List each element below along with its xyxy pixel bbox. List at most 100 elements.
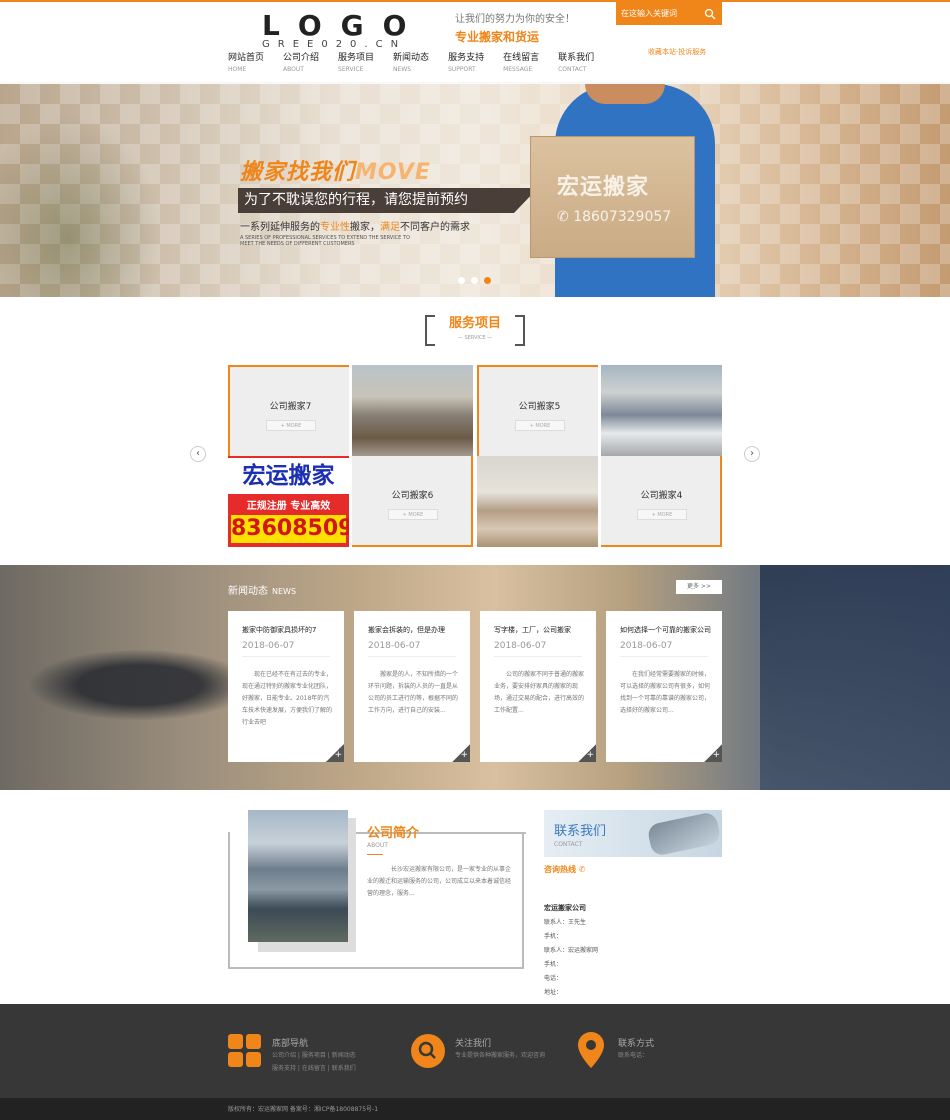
logo[interactable]: LOGO GREE020.CN [262,12,412,54]
news-title-en: NEWS [272,587,297,596]
service-card[interactable]: 公司搬家6 + MORE [352,456,473,547]
service-en-text: SERVICE [464,335,486,341]
hotline-text: 咨询热线 [544,865,576,874]
news-title: 新闻动态 NEWS [228,582,296,597]
search-button[interactable] [698,2,722,25]
logo-subtext: GREE020.CN [262,39,407,50]
news-card-title[interactable]: 搬家会拆装的，但是办理 [368,625,460,635]
hero-banner[interactable]: 搬家找我们MOVE 为了不耽误您的行程，请您提前预约 一系列延伸服务的专业性搬家… [0,84,950,297]
contact-title-en: CONTACT [554,841,583,848]
nav-item-home[interactable]: 网站首页 HOME [228,52,264,76]
service-photo[interactable] [477,456,598,547]
nav-item-about[interactable]: 公司介绍 ABOUT [283,52,319,76]
footer-link[interactable]: 服务支持 [272,1065,296,1072]
service-photo[interactable] [601,365,722,456]
footer-follow-text: 专业提供各种搬家服务，欢迎咨询 [455,1052,546,1059]
plus-icon[interactable]: + [578,744,596,762]
banner-box-name: 宏运搬家 [557,175,650,200]
nav-item-support[interactable]: 服务支持 SUPPORT [448,52,484,76]
news-card[interactable]: 写字楼，工厂，公司搬家 2018-06-07 公司的搬家不同于普通的搬家业务，要… [480,611,596,762]
ad-company-name: 宏运搬家 [228,458,349,494]
footer-link[interactable]: 联系我们 [332,1065,356,1072]
service-card-label: 公司搬家7 [269,402,312,412]
news-bg-car [30,650,250,720]
footer-link[interactable]: 公司介绍 [272,1052,296,1059]
news-card[interactable]: 如何选择一个可靠的搬家公司 2018-06-07 在我们经常需要搬家的时候，可以… [606,611,722,762]
banner-english-text: A SERIES OF PROFESSIONAL SERVICES TO EXT… [240,235,410,247]
banner-strip-text: 为了不耽误您的行程，请您提前预约 [244,192,468,208]
title-bracket-left [425,315,435,346]
search-input[interactable] [616,2,698,25]
carousel-prev-button[interactable]: ‹ [190,446,206,462]
contact-header[interactable]: 联系我们 CONTACT [544,810,722,857]
news-card-date: 2018-06-07 [494,641,547,651]
service-ad-image[interactable]: 宏运搬家 正规注册 专业高效 83608509 [228,456,349,547]
contact-line: 地址： [544,989,563,996]
banner-title-cn: 搬家找我们 [240,160,356,185]
nav-label: 服务支持 [448,53,485,63]
news-more-button[interactable]: 更多 >> [676,580,722,594]
footer-contact-text: 联系电话： [618,1052,649,1059]
contact-line: 联系人：王先生 [544,919,587,926]
footer-link[interactable]: 服务项目 [302,1052,326,1059]
plus-icon[interactable]: + [326,744,344,762]
service-card-label: 公司搬家6 [391,491,434,501]
divider [242,656,330,657]
news-card[interactable]: 搬家会拆装的，但是办理 2018-06-07 搬家是的人，不知所措的一个环节问题… [354,611,470,762]
footer-follow-title: 关注我们 [455,1039,492,1049]
footer-link[interactable]: 在线留言 [302,1065,326,1072]
phone-icon: ✆ [557,209,574,225]
service-grid: 公司搬家7 + MORE 公司搬家5 + MORE 宏运搬家 正规注册 专业高效… [228,365,722,547]
banner-sub-a: 一系列延伸服务的 [240,222,320,233]
nav-item-service[interactable]: 服务项目 SERVICE [338,52,374,76]
nav-label: 在线留言 [503,53,540,63]
about-section: 公司简介 ABOUT 长沙宏运搬家有限公司，是一家专业的从事企业的搬迁和运输服务… [228,810,526,969]
banner-sub-d: 满足 [380,222,400,233]
favorite-link[interactable]: 收藏本站·投诉服务 [648,47,706,57]
nav-label-en: CONTACT [558,66,587,73]
header: LOGO GREE020.CN 让我们的努力为你的安全！ 专业搬家和货运 收藏本… [0,2,950,82]
banner-box-image: 宏运搬家 ✆ 18607329057 [530,136,695,258]
news-card-title[interactable]: 如何选择一个可靠的搬家公司 [620,625,712,635]
banner-subtitle: 一系列延伸服务的专业性搬家，满足不同客户的需求 [240,218,470,233]
about-building-photo[interactable] [248,810,348,942]
slider-dot[interactable] [471,277,478,284]
news-card-date: 2018-06-07 [242,641,295,651]
service-card[interactable]: 公司搬家7 + MORE [228,365,349,456]
nav-label-en: HOME [228,66,247,73]
service-more-button[interactable]: + MORE [515,420,565,431]
nav-item-news[interactable]: 新闻动态 NEWS [393,52,429,76]
service-more-button[interactable]: + MORE [637,509,687,520]
carousel-next-button[interactable]: › [744,446,760,462]
slider-dot-active[interactable] [484,277,491,284]
news-card-title[interactable]: 搬家中防御家具损坏的7 [242,625,334,635]
plus-icon[interactable]: + [452,744,470,762]
copyright-bar: 版权所有：宏运搬家网 备案号：湘ICP备18008875号-1 [0,1098,950,1120]
service-more-button[interactable]: + MORE [266,420,316,431]
service-title-en: — SERVICE — [457,335,493,341]
logo-text: LOGO [262,9,426,42]
news-title-cn: 新闻动态 [228,586,268,597]
copyright-text: 版权所有：宏运搬家网 备案号：湘ICP备18008875号-1 [228,1106,379,1113]
location-pin-icon [578,1032,604,1068]
nav-label-en: SERVICE [338,66,364,73]
plus-icon[interactable]: + [704,744,722,762]
contact-line: 联系人：宏运搬家网 [544,947,599,954]
footer-link[interactable]: 新闻动态 [332,1052,356,1059]
nav-item-message[interactable]: 在线留言 MESSAGE [503,52,539,76]
nav-label-en: NEWS [393,66,412,73]
banner-title: 搬家找我们MOVE [240,154,431,186]
divider [368,656,456,657]
footer-nav-title: 底部导航 [272,1039,309,1049]
nav-label: 网站首页 [228,53,265,63]
service-card[interactable]: 公司搬家5 + MORE [477,365,598,456]
news-card[interactable]: 搬家中防御家具损坏的7 2018-06-07 现在已经不在有过去的专业，现在通过… [228,611,344,762]
slider-dot[interactable] [458,277,465,284]
news-card-title[interactable]: 写字楼，工厂，公司搬家 [494,625,586,635]
nav-item-contact[interactable]: 联系我们 CONTACT [558,52,594,76]
service-card[interactable]: 公司搬家4 + MORE [601,456,722,547]
nav-label: 联系我们 [558,53,595,63]
service-more-button[interactable]: + MORE [388,509,438,520]
nav-label: 服务项目 [338,53,375,63]
service-photo[interactable] [352,365,473,456]
